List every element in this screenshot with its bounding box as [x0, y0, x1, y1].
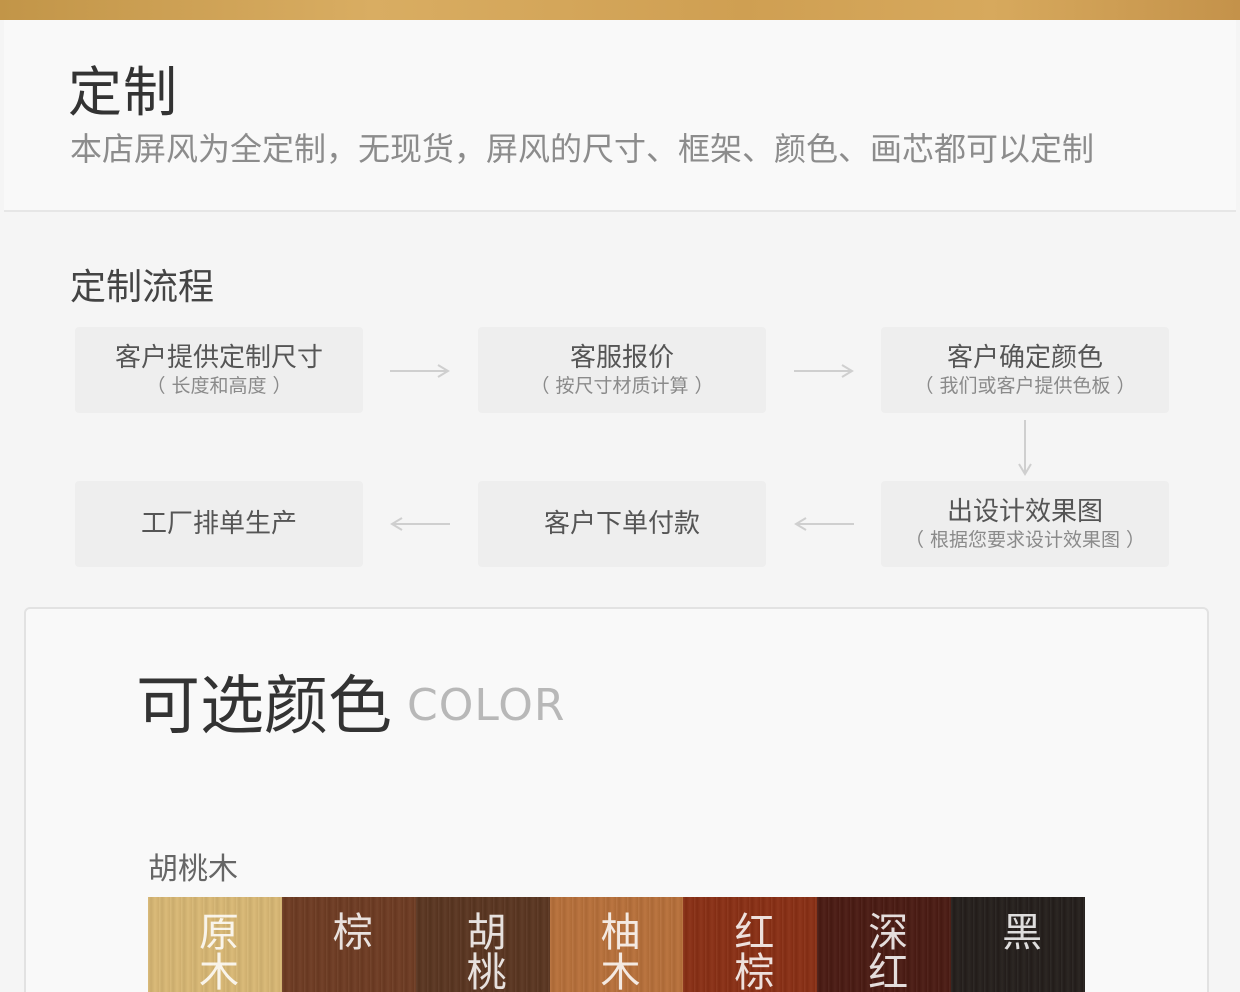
color-section-title: 可选颜色 — [136, 670, 392, 744]
arrow-right-icon — [390, 364, 450, 378]
color-swatch-strip: 原木 棕 胡桃 柚木 红棕 深红 黑 — [148, 897, 1085, 992]
step-title: 客服报价 — [569, 343, 674, 373]
color-swatch: 柚木 — [549, 897, 684, 992]
arrow-right-icon — [794, 364, 854, 378]
step-factory-production: 工厂排单生产 — [75, 481, 363, 567]
step-confirm-color: 客户确定颜色 （ 我们或客户提供色板 ） — [881, 327, 1169, 413]
step-note: （ 我们或客户提供色板 ） — [914, 375, 1136, 397]
step-title: 出设计效果图 — [946, 497, 1103, 527]
top-decorative-strip — [0, 0, 1240, 20]
page-title: 定制 — [68, 61, 178, 124]
step-provide-size: 客户提供定制尺寸 （ 长度和高度 ） — [75, 327, 363, 413]
step-note: （ 按尺寸材质计算 ） — [530, 375, 714, 397]
swatch-label: 胡桃 — [459, 911, 506, 991]
color-swatch: 原木 — [148, 897, 282, 992]
arrow-down-icon — [1018, 420, 1032, 476]
step-note: （ 长度和高度 ） — [146, 375, 292, 397]
color-swatch: 红棕 — [683, 897, 818, 992]
swatch-label: 深红 — [861, 911, 908, 991]
swatch-label: 棕 — [325, 911, 372, 951]
color-swatch: 棕 — [281, 897, 416, 992]
wood-type-label: 胡桃木 — [148, 852, 238, 887]
swatch-label: 黑 — [995, 911, 1042, 951]
step-note: （ 根据您要求设计效果图 ） — [904, 529, 1146, 551]
step-title: 客户下单付款 — [543, 509, 700, 539]
color-swatch: 胡桃 — [415, 897, 550, 992]
color-section-title-en: COLOR — [407, 680, 566, 731]
step-quote: 客服报价 （ 按尺寸材质计算 ） — [478, 327, 766, 413]
step-title: 客户提供定制尺寸 — [114, 343, 323, 373]
step-design-render: 出设计效果图 （ 根据您要求设计效果图 ） — [881, 481, 1169, 567]
process-title: 定制流程 — [70, 267, 215, 308]
arrow-left-icon — [390, 517, 450, 531]
customization-header-panel — [4, 20, 1236, 212]
step-title: 客户确定颜色 — [946, 343, 1103, 373]
step-place-order: 客户下单付款 — [478, 481, 766, 567]
arrow-left-icon — [794, 517, 854, 531]
swatch-label: 柚木 — [593, 911, 640, 991]
step-title: 工厂排单生产 — [140, 509, 297, 539]
swatch-label: 原木 — [191, 911, 238, 991]
page-subtitle: 本店屏风为全定制，无现货，屏风的尺寸、框架、颜色、画芯都可以定制 — [70, 130, 1095, 168]
color-swatch: 深红 — [817, 897, 952, 992]
color-swatch: 黑 — [951, 897, 1085, 992]
swatch-label: 红棕 — [727, 911, 774, 991]
